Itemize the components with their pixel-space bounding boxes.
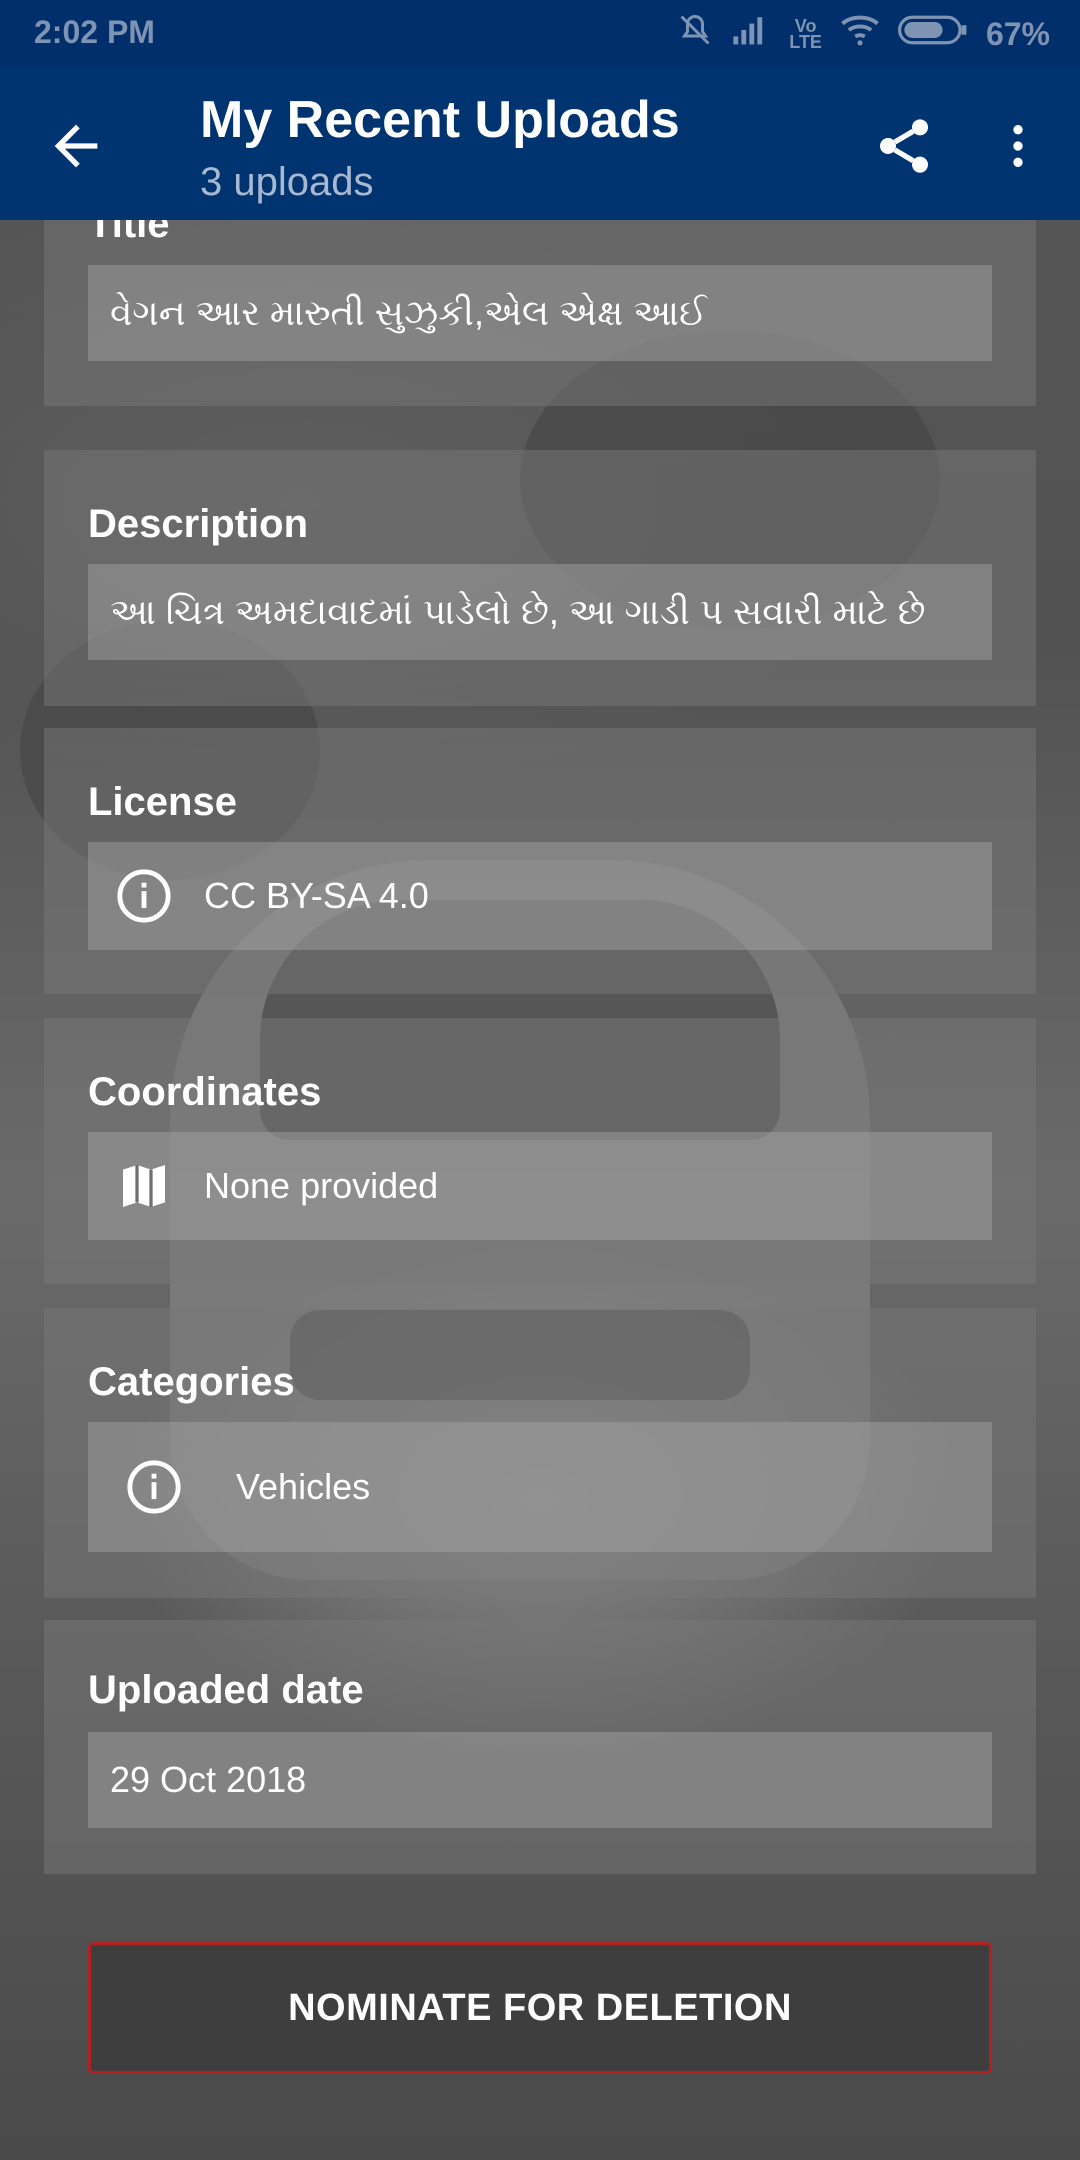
uploaded-date-card: Uploaded date 29 Oct 2018 <box>44 1620 1036 1874</box>
share-icon <box>880 119 928 173</box>
description-field: આ ચિત્ર અમદાવાદમાં પાડેલો છે, આ ગાડી પ સ… <box>88 564 992 660</box>
nominate-for-deletion-button[interactable]: NOMINATE FOR DELETION <box>88 1942 992 2074</box>
description-value: આ ચિત્ર અમદાવાદમાં પાડેલો છે, આ ગાડી પ સ… <box>110 590 926 632</box>
share-button[interactable] <box>872 114 936 178</box>
coordinates-field[interactable]: None provided <box>88 1132 992 1240</box>
category-item[interactable]: Vehicles <box>88 1422 992 1552</box>
app-bar: My Recent Uploads 3 uploads <box>0 68 1080 220</box>
coordinates-value: None provided <box>204 1165 439 1206</box>
battery-percent: 67% <box>985 15 1050 52</box>
coordinates-card: Coordinates None provided <box>44 1018 1036 1284</box>
mute-icon <box>677 12 713 56</box>
battery-icon <box>897 14 968 54</box>
map-icon <box>114 1156 174 1216</box>
more-vert-icon <box>1013 125 1023 167</box>
license-field[interactable]: CC BY-SA 4.0 <box>88 842 992 950</box>
wifi-icon <box>840 14 880 54</box>
page-title: My Recent Uploads <box>200 91 680 149</box>
categories-card: Categories Vehicles <box>44 1308 1036 1598</box>
uploaded-date-label: Uploaded date <box>88 1668 364 1712</box>
title-value: વેગન આર મારુતી સુઝુકી,એલ એક્ષ આઈ <box>110 291 707 333</box>
page-subtitle: 3 uploads <box>200 160 374 204</box>
description-card: Description આ ચિત્ર અમદાવાદમાં પાડેલો છે… <box>44 450 1036 706</box>
license-value: CC BY-SA 4.0 <box>204 875 429 916</box>
category-value: Vehicles <box>236 1466 371 1507</box>
description-label: Description <box>88 502 309 546</box>
status-icons: Vo LTE 67% <box>677 12 1050 56</box>
title-label: Title <box>88 220 170 246</box>
upload-details-scroll[interactable]: Title વેગન આર મારુતી સુઝુકી,એલ એક્ષ આઈ D… <box>0 220 1080 2160</box>
status-time: 2:02 PM <box>34 14 155 50</box>
signal-icon <box>731 14 771 54</box>
arrow-back-icon <box>54 124 98 168</box>
status-bar: 2:02 PM Vo LTE 67% <box>0 0 1080 68</box>
uploaded-date-field: 29 Oct 2018 <box>88 1732 992 1828</box>
license-label: License <box>88 780 237 824</box>
more-options-button[interactable] <box>990 114 1046 178</box>
title-field: વેગન આર મારુતી સુઝુકી,એલ એક્ષ આઈ <box>88 265 992 361</box>
categories-label: Categories <box>88 1360 295 1404</box>
coordinates-label: Coordinates <box>88 1070 322 1114</box>
info-icon <box>124 1457 184 1517</box>
volte-icon: Vo LTE <box>789 16 822 52</box>
uploaded-date-value: 29 Oct 2018 <box>110 1759 307 1800</box>
back-button[interactable] <box>44 114 108 178</box>
info-icon <box>114 866 174 926</box>
license-card: License CC BY-SA 4.0 <box>44 728 1036 994</box>
title-card: Title વેગન આર મારુતી સુઝુકી,એલ એક્ષ આઈ <box>44 220 1036 406</box>
